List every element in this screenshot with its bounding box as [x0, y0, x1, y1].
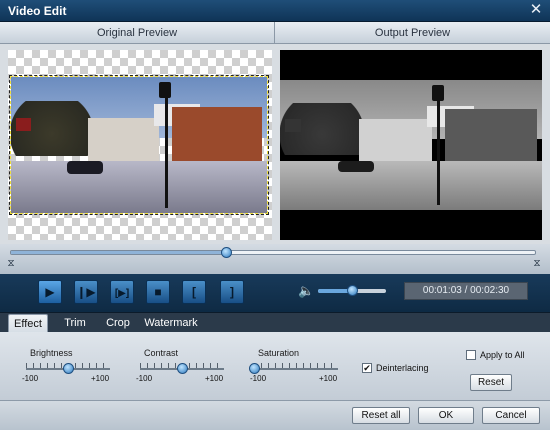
tab-crop[interactable]: Crop	[102, 314, 134, 333]
cancel-button[interactable]: Cancel	[482, 407, 540, 424]
video-frame	[11, 77, 267, 213]
player-controls: ▶ ❙▶ [▶] ■ [ ] 🔈 00:01:03 / 00:02:30	[0, 274, 550, 310]
volume-slider[interactable]	[318, 285, 386, 296]
timeline-thumb[interactable]	[220, 247, 232, 258]
saturation-label: Saturation	[258, 348, 300, 358]
stop-button[interactable]: ■	[146, 280, 170, 304]
contrast-label: Contrast	[144, 348, 179, 358]
original-preview	[8, 50, 272, 240]
timeline-progress	[11, 251, 226, 254]
effect-panel: Brightness -100 +100 Contrast -100 +100 …	[0, 332, 550, 400]
brightness-label: Brightness	[30, 348, 73, 358]
time-display: 00:01:03 / 00:02:30	[404, 282, 528, 300]
play-button[interactable]: ▶	[38, 280, 62, 304]
saturation-slider[interactable]	[254, 368, 338, 370]
mark-in-icon: [	[192, 285, 196, 299]
trim-start-marker-icon[interactable]: ⧖	[6, 258, 16, 270]
volume-thumb[interactable]	[347, 285, 358, 296]
contrast-min: -100	[136, 374, 153, 383]
contrast-max: +100	[205, 374, 224, 383]
reset-button[interactable]: Reset	[470, 374, 512, 391]
close-icon[interactable]: ✕	[528, 2, 544, 18]
brightness-thumb[interactable]	[63, 363, 74, 374]
saturation-thumb[interactable]	[249, 363, 260, 374]
step-forward-button[interactable]: ❙▶	[74, 280, 98, 304]
window-title: Video Edit	[8, 4, 67, 18]
deinterlacing-checkbox[interactable]: ✔	[362, 363, 372, 373]
tab-watermark[interactable]: Watermark	[144, 314, 198, 333]
play-icon: ▶	[45, 285, 55, 299]
mark-in-button[interactable]: [	[182, 280, 206, 304]
tab-effect[interactable]: Effect	[8, 314, 48, 333]
apply-to-all-checkbox[interactable]	[466, 350, 476, 360]
tab-trim[interactable]: Trim	[60, 314, 90, 333]
brightness-min: -100	[22, 374, 39, 383]
fit-frame-button[interactable]: [▶]	[110, 280, 134, 304]
fit-frame-icon: [▶]	[114, 288, 130, 299]
preview-area	[0, 44, 550, 244]
output-video-frame	[280, 80, 542, 210]
dialog-buttons: Reset all OK Cancel	[0, 400, 550, 430]
brightness-max: +100	[91, 374, 110, 383]
saturation-min: -100	[250, 374, 267, 383]
timeline-track[interactable]	[10, 247, 536, 258]
trim-end-marker-icon[interactable]: ⧖	[532, 258, 542, 270]
timeline: ⧖ ⧖	[0, 244, 550, 274]
contrast-thumb[interactable]	[177, 363, 188, 374]
saturation-max: +100	[319, 374, 338, 383]
output-preview-header: Output Preview	[275, 22, 550, 44]
output-preview	[280, 50, 542, 240]
apply-to-all-label: Apply to All	[480, 350, 525, 360]
reset-all-button[interactable]: Reset all	[352, 407, 410, 424]
crop-frame[interactable]	[9, 75, 269, 215]
title-bar: Video Edit ✕	[0, 0, 550, 22]
speaker-icon[interactable]: 🔈	[298, 284, 314, 298]
step-forward-icon: ❙▶	[76, 285, 96, 299]
edit-tabs: Effect Trim Crop Watermark	[0, 312, 550, 333]
original-preview-header: Original Preview	[0, 22, 275, 44]
stop-icon: ■	[154, 285, 162, 299]
deinterlacing-label: Deinterlacing	[376, 363, 429, 373]
mark-out-icon: ]	[230, 285, 234, 299]
ok-button[interactable]: OK	[418, 407, 474, 424]
mark-out-button[interactable]: ]	[220, 280, 244, 304]
